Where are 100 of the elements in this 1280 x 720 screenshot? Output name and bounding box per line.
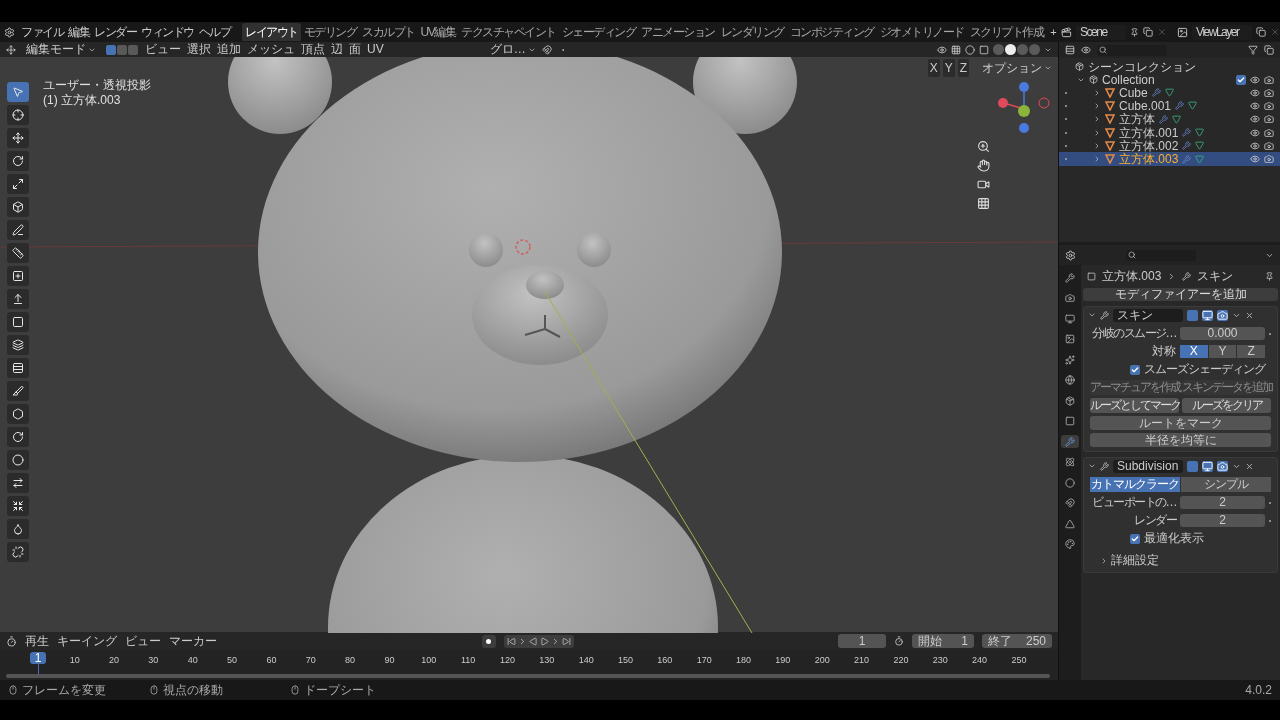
tool-button[interactable] [7, 312, 29, 332]
edit-mode-toggle[interactable] [1187, 460, 1198, 472]
outliner-row[interactable]: 立方体 [1059, 112, 1280, 126]
edit-mode-toggle[interactable] [1187, 309, 1198, 321]
workspace-tab[interactable]: スカルプト [359, 23, 418, 41]
wrench-icon[interactable] [1151, 88, 1161, 98]
menu-item[interactable]: ビュー [125, 633, 161, 649]
action-button[interactable]: ルーズとしてマーク [1090, 398, 1179, 413]
tool-button[interactable] [7, 450, 29, 470]
workspace-tab[interactable]: アニメーション [638, 23, 718, 41]
grid-icon[interactable] [977, 197, 990, 210]
number-field[interactable]: 2 [1180, 496, 1265, 509]
mode-toggle[interactable]: シンプル [1181, 477, 1271, 492]
copy-icon[interactable] [1256, 27, 1267, 37]
workspace-tab[interactable]: コンポジティング [786, 23, 877, 41]
tool-button[interactable] [7, 473, 29, 493]
menu-item[interactable]: UV [367, 42, 384, 57]
action-button[interactable]: ルーズをクリア [1182, 398, 1271, 413]
visibility-icon[interactable] [937, 44, 947, 55]
current-frame-field[interactable]: 1 [838, 634, 886, 648]
monitor-icon[interactable] [1202, 309, 1213, 321]
menu-item[interactable]: ファイル [21, 23, 63, 41]
axis-toggle[interactable]: X [1180, 345, 1208, 358]
options-dropdown[interactable]: オプション [982, 59, 1052, 77]
tool-button[interactable] [7, 381, 29, 401]
menu-item[interactable]: 再生 [25, 633, 49, 649]
scene-icon[interactable] [1061, 26, 1073, 38]
menu-item[interactable]: メッシュ [247, 42, 295, 57]
modifier-name-field[interactable]: Subdivision [1113, 459, 1183, 473]
stopwatch-icon[interactable] [894, 636, 904, 646]
eye-icon[interactable] [1250, 87, 1260, 98]
outliner-item[interactable]: 立方体.001 [1119, 125, 1179, 140]
workspace-tab[interactable]: シェーディング [558, 23, 639, 41]
menu-item[interactable]: ビュー [145, 42, 181, 57]
menu-item[interactable]: マーカー [169, 633, 217, 649]
tool-button[interactable] [7, 174, 29, 194]
tool-button[interactable] [7, 404, 29, 424]
properties-tab[interactable] [1061, 435, 1079, 448]
close-icon[interactable] [1245, 461, 1254, 471]
pin-icon[interactable] [1130, 27, 1140, 37]
workspace-tab[interactable]: テクスチャペイント [458, 23, 559, 41]
mesh-data-icon[interactable] [1164, 88, 1174, 98]
tool-button[interactable] [7, 220, 29, 240]
menu-item[interactable]: 選択 [187, 42, 211, 57]
workspace-tab[interactable]: ジオメトリノード [876, 23, 967, 41]
skip-back-icon[interactable] [506, 636, 516, 646]
eye-icon[interactable] [1250, 154, 1260, 165]
display-mode-icon[interactable] [1081, 45, 1091, 55]
search-field[interactable] [1126, 249, 1196, 261]
menu-item[interactable]: ウィンドウ [141, 23, 194, 41]
tool-button[interactable] [7, 289, 29, 309]
tool-button[interactable] [7, 105, 29, 125]
tool-button[interactable] [7, 427, 29, 447]
copy-icon[interactable] [1143, 27, 1154, 37]
checkbox[interactable] [1130, 364, 1140, 375]
skip-forward-icon[interactable] [561, 636, 571, 646]
scene-field[interactable]: Scene [1076, 24, 1127, 40]
axis-toggle[interactable]: Z [1237, 345, 1265, 358]
workspace-tab[interactable]: UV編集 [417, 23, 459, 41]
tool-button[interactable] [7, 197, 29, 217]
outliner-item[interactable]: Collection [1102, 72, 1155, 87]
workspace-tab[interactable]: モデリング [300, 23, 359, 41]
menu-item[interactable]: ヘルプ [198, 23, 230, 41]
reverse-play-icon[interactable] [528, 636, 538, 646]
add-modifier-button[interactable]: モディファイアーを追加 [1083, 288, 1278, 301]
mirror-axis-button[interactable]: Y [942, 59, 955, 77]
menu-item[interactable]: キーイング [57, 633, 117, 649]
end-frame-field[interactable]: 終了 250 [982, 634, 1052, 648]
menu-item[interactable]: 辺 [331, 42, 343, 57]
close-icon[interactable] [1245, 310, 1254, 320]
camera-icon[interactable] [1264, 114, 1274, 125]
mode-dropdown[interactable]: 編集モード [22, 42, 100, 57]
tool-button[interactable] [7, 243, 29, 263]
wrench-icon[interactable] [1175, 101, 1185, 111]
action-button[interactable]: ルートをマーク [1090, 416, 1271, 430]
camera-icon[interactable] [1264, 74, 1274, 85]
tool-button[interactable] [7, 358, 29, 378]
axis-toggle[interactable]: Y [1208, 345, 1237, 358]
tool-button[interactable] [7, 151, 29, 171]
menu-item[interactable]: 頂点 [301, 42, 325, 57]
outliner-row[interactable]: 立方体.002 [1059, 139, 1280, 153]
camera-icon[interactable] [977, 178, 990, 191]
outliner-item[interactable]: Cube [1119, 85, 1148, 100]
outliner-item[interactable]: 立方体 [1119, 112, 1155, 127]
shading-button[interactable] [1005, 44, 1016, 55]
workspace-tab[interactable]: レンダリング [717, 23, 787, 41]
camera-icon[interactable] [1264, 140, 1274, 151]
outliner-item[interactable]: シーンコレクション [1088, 59, 1196, 74]
eye-icon[interactable] [1250, 100, 1260, 111]
add-workspace-button[interactable]: + [1046, 23, 1060, 41]
tool-button[interactable] [7, 519, 29, 539]
wrench-icon[interactable] [1182, 141, 1192, 151]
orientation-dropdown[interactable]: グロ… [489, 42, 536, 57]
mirror-axis-button[interactable]: Z [957, 59, 969, 77]
monitor-icon[interactable] [1202, 460, 1213, 472]
filter-icon[interactable] [1248, 45, 1258, 55]
outliner-row[interactable]: 立方体.003 [1059, 152, 1280, 166]
record-button[interactable] [481, 634, 496, 648]
tool-button[interactable] [7, 335, 29, 355]
eye-icon[interactable] [1250, 140, 1260, 151]
